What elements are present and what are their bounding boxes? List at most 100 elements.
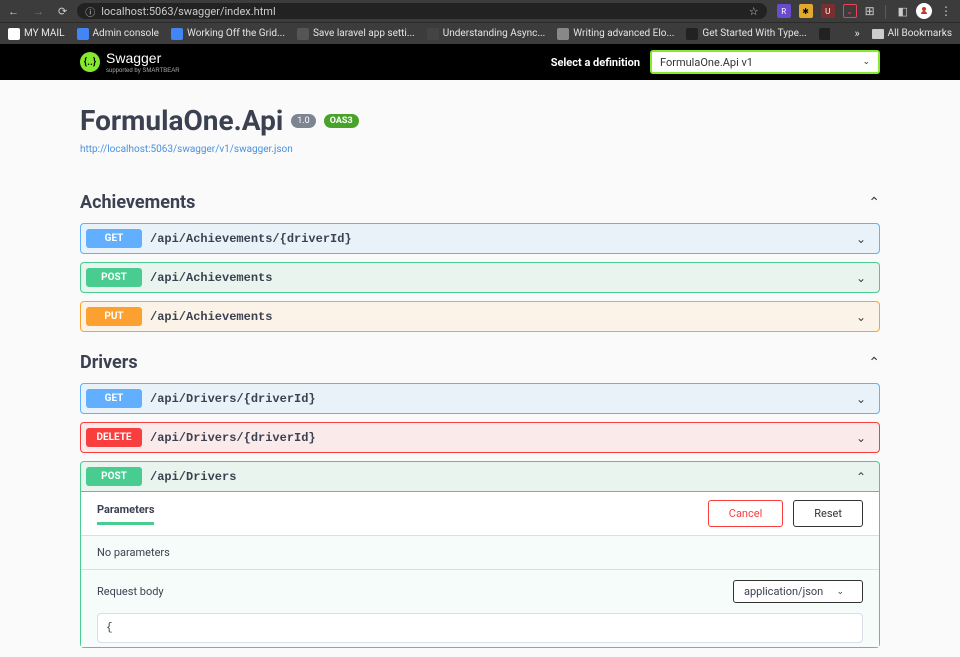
- request-body-editor[interactable]: {: [97, 613, 863, 643]
- swagger-brand: Swagger: [106, 50, 161, 66]
- bookmark-item[interactable]: Save laravel app setti...: [297, 28, 415, 40]
- bookmark-item[interactable]: Admin console: [77, 28, 159, 40]
- operation-summary[interactable]: DELETE/api/Drivers/{driverId} ⌄: [81, 423, 879, 452]
- chevron-down-icon[interactable]: ⌄: [856, 232, 874, 246]
- bookmarks-overflow-icon[interactable]: »: [854, 27, 859, 40]
- divider: │: [883, 5, 890, 18]
- operation-summary[interactable]: PUT/api/Achievements ⌄: [81, 302, 879, 331]
- swagger-logo[interactable]: {..} Swagger supported by SMARTBEAR: [80, 50, 180, 74]
- bookmark-item[interactable]: Working Off the Grid...: [171, 28, 285, 40]
- operation-summary[interactable]: GET/api/Achievements/{driverId} ⌄: [81, 224, 879, 253]
- method-badge: GET: [86, 389, 142, 408]
- content-type-value: application/json: [744, 585, 823, 598]
- swagger-logo-icon: {..}: [80, 52, 100, 72]
- method-badge: POST: [86, 467, 142, 486]
- chevron-down-icon[interactable]: ⌄: [856, 431, 874, 445]
- tab-parameters[interactable]: Parameters: [97, 503, 154, 525]
- bookmark-label: Working Off the Grid...: [187, 28, 285, 39]
- chevron-down-icon: ⌄: [836, 587, 852, 597]
- favicon: [686, 28, 698, 40]
- swagger-content: FormulaOne.Api 1.0 OAS3 http://localhost…: [80, 80, 880, 648]
- favicon: [819, 28, 831, 40]
- bookmark-label: Understanding Async...: [443, 28, 546, 39]
- oas-badge: OAS3: [324, 114, 359, 128]
- chevron-down-icon[interactable]: ⌄: [856, 310, 874, 324]
- section-header-drivers[interactable]: Drivers⌃: [80, 352, 880, 373]
- site-info-icon[interactable]: ⓘ: [85, 4, 95, 19]
- reload-icon[interactable]: ⟳: [58, 5, 67, 18]
- side-panel-icon[interactable]: ◧: [898, 5, 908, 18]
- extensions-icon[interactable]: ⊞: [865, 4, 875, 18]
- extension-pocket-icon[interactable]: ⌄: [843, 4, 857, 18]
- operation-path: /api/Achievements: [150, 310, 272, 324]
- chevron-up-icon[interactable]: ⌃: [868, 195, 880, 211]
- bookmark-item[interactable]: Understanding Async...: [427, 28, 546, 40]
- method-badge: GET: [86, 229, 142, 248]
- section-header-achievements[interactable]: Achievements ⌃: [80, 192, 880, 213]
- operation-path: /api/Achievements/{driverId}: [150, 232, 352, 246]
- bookmark-label: Get Started With Type...: [702, 28, 806, 39]
- chevron-down-icon[interactable]: ⌄: [856, 271, 874, 285]
- operation-path: /api/Achievements: [150, 271, 272, 285]
- favicon: [557, 28, 569, 40]
- operation-summary[interactable]: GET/api/Drivers/{driverId} ⌄: [81, 384, 879, 413]
- bookmark-label: Writing advanced Elo...: [573, 28, 674, 39]
- more-menu-icon[interactable]: ⋮: [940, 4, 952, 18]
- operation-delete: DELETE/api/Drivers/{driverId} ⌄: [80, 422, 880, 453]
- favicon: [297, 28, 309, 40]
- address-bar[interactable]: ⓘ localhost:5063/swagger/index.html ☆: [77, 3, 766, 19]
- definition-label: Select a definition: [551, 56, 640, 69]
- chevron-up-icon[interactable]: ⌃: [868, 355, 880, 371]
- operation-get: GET/api/Drivers/{driverId} ⌄: [80, 383, 880, 414]
- all-bookmarks[interactable]: All Bookmarks: [872, 28, 952, 39]
- operation-get: GET/api/Achievements/{driverId} ⌄: [80, 223, 880, 254]
- bookmark-item[interactable]: MY MAIL: [8, 28, 65, 40]
- chevron-down-icon[interactable]: ⌄: [856, 392, 874, 406]
- favicon: [171, 28, 183, 40]
- version-badge: 1.0: [291, 114, 316, 128]
- operation-summary[interactable]: POST/api/Achievements ⌄: [81, 263, 879, 292]
- bookmark-item[interactable]: Writing advanced Elo...: [557, 28, 674, 40]
- bookmark-label: Admin console: [93, 28, 159, 39]
- favicon: [77, 28, 89, 40]
- method-badge: PUT: [86, 307, 142, 326]
- extension-redux-icon[interactable]: U: [821, 4, 835, 18]
- extension-react-icon[interactable]: R: [777, 4, 791, 18]
- browser-nav-bar: ← → ⟳ ⓘ localhost:5063/swagger/index.htm…: [0, 0, 960, 22]
- bookmark-label: Save laravel app setti...: [313, 28, 415, 39]
- forward-icon[interactable]: →: [33, 5, 44, 18]
- back-icon[interactable]: ←: [8, 5, 19, 18]
- operation-summary[interactable]: POST/api/Drivers ⌃: [81, 462, 879, 491]
- operation-body: ParametersCancelResetNo parametersReques…: [81, 491, 879, 647]
- operation-path: /api/Drivers: [150, 470, 236, 484]
- definition-select[interactable]: FormulaOne.Api v1 ⌄: [650, 50, 880, 74]
- section-title: Achievements: [80, 192, 195, 213]
- bookmarks-bar: MY MAIL Admin console Working Off the Grid…: [0, 22, 960, 44]
- bookmark-item[interactable]: Get Started With Type...: [686, 28, 806, 40]
- swagger-subbrand: supported by SMARTBEAR: [106, 68, 180, 74]
- definition-selected: FormulaOne.Api v1: [660, 56, 753, 69]
- profile-avatar-icon[interactable]: [916, 3, 932, 19]
- reset-button[interactable]: Reset: [793, 500, 863, 527]
- star-icon[interactable]: ☆: [749, 5, 759, 18]
- favicon: [8, 28, 20, 40]
- bookmark-item[interactable]: A regex cheatsheet fo...: [819, 28, 831, 40]
- method-badge: POST: [86, 268, 142, 287]
- extension-vue-icon[interactable]: ✱: [799, 4, 813, 18]
- operation-post: POST/api/Drivers⌃ParametersCancelResetNo…: [80, 461, 880, 648]
- chevron-up-icon[interactable]: ⌃: [856, 470, 874, 484]
- operation-path: /api/Drivers/{driverId}: [150, 392, 316, 406]
- bookmark-label: MY MAIL: [24, 28, 65, 39]
- operation-post: POST/api/Achievements ⌄: [80, 262, 880, 293]
- request-body-label: Request body: [97, 585, 164, 598]
- chevron-down-icon: ⌄: [862, 57, 870, 67]
- cancel-button[interactable]: Cancel: [708, 500, 783, 527]
- favicon: [427, 28, 439, 40]
- swagger-json-link[interactable]: http://localhost:5063/swagger/v1/swagger…: [80, 144, 293, 155]
- method-badge: DELETE: [86, 428, 142, 447]
- url-text: localhost:5063/swagger/index.html: [101, 5, 275, 18]
- operation-put: PUT/api/Achievements ⌄: [80, 301, 880, 332]
- api-title: FormulaOne.Api: [80, 104, 283, 137]
- content-type-select[interactable]: application/json ⌄: [733, 580, 863, 603]
- operation-path: /api/Drivers/{driverId}: [150, 431, 316, 445]
